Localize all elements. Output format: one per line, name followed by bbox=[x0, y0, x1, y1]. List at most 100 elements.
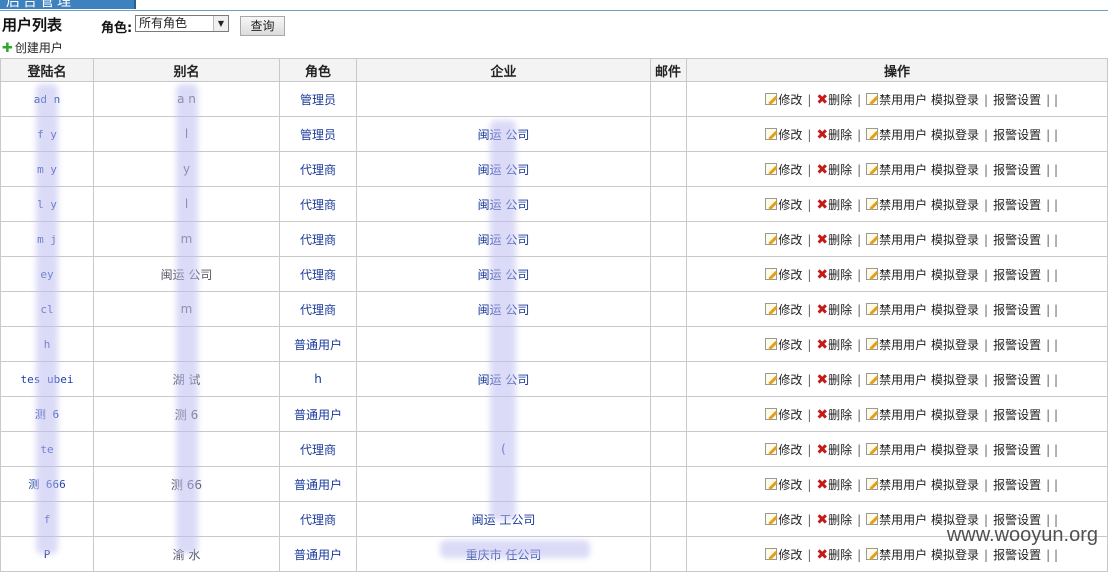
alarm-settings-link[interactable]: 报警设置 bbox=[993, 408, 1041, 422]
separator: | | bbox=[1046, 127, 1058, 142]
edit-link[interactable]: 修改 bbox=[765, 337, 802, 352]
pencil-icon bbox=[866, 337, 879, 350]
delete-link[interactable]: ✖删除 bbox=[816, 92, 852, 108]
alarm-settings-link[interactable]: 报警设置 bbox=[993, 478, 1041, 492]
pencil-icon bbox=[765, 197, 778, 210]
pencil-icon bbox=[866, 92, 879, 105]
disable-user-link[interactable]: 禁用用户 bbox=[866, 372, 927, 387]
edit-link[interactable]: 修改 bbox=[765, 127, 802, 142]
col-header-email: 邮件 bbox=[650, 58, 687, 82]
simulate-login-link[interactable]: 模拟登录 bbox=[931, 303, 979, 317]
delete-label: 删除 bbox=[828, 407, 853, 422]
delete-label: 删除 bbox=[828, 197, 853, 212]
disable-label: 禁用用户 bbox=[879, 407, 928, 422]
delete-link[interactable]: ✖删除 bbox=[816, 162, 852, 178]
simulate-login-link[interactable]: 模拟登录 bbox=[931, 548, 979, 562]
alarm-settings-link[interactable]: 报警设置 bbox=[993, 198, 1041, 212]
alarm-settings-link[interactable]: 报警设置 bbox=[993, 233, 1041, 247]
simulate-login-link[interactable]: 模拟登录 bbox=[931, 408, 979, 422]
alarm-settings-link[interactable]: 报警设置 bbox=[993, 338, 1041, 352]
separator: | bbox=[857, 127, 862, 142]
edit-link[interactable]: 修改 bbox=[765, 302, 802, 317]
query-button[interactable]: 查询 bbox=[240, 16, 285, 36]
pencil-icon bbox=[765, 162, 778, 175]
disable-user-link[interactable]: 禁用用户 bbox=[866, 337, 927, 352]
cell-role: 代理商 bbox=[279, 501, 357, 537]
delete-link[interactable]: ✖删除 bbox=[816, 547, 852, 563]
simulate-login-link[interactable]: 模拟登录 bbox=[931, 198, 979, 212]
delete-x-icon: ✖ bbox=[816, 406, 829, 423]
delete-link[interactable]: ✖删除 bbox=[816, 477, 852, 493]
pencil-icon bbox=[765, 547, 778, 560]
edit-label: 修改 bbox=[778, 477, 803, 492]
disable-label: 禁用用户 bbox=[879, 512, 928, 527]
disable-user-link[interactable]: 禁用用户 bbox=[866, 92, 927, 107]
disable-user-link[interactable]: 禁用用户 bbox=[866, 232, 927, 247]
disable-user-link[interactable]: 禁用用户 bbox=[866, 127, 927, 142]
edit-link[interactable]: 修改 bbox=[765, 267, 802, 282]
edit-link[interactable]: 修改 bbox=[765, 232, 802, 247]
delete-x-icon: ✖ bbox=[816, 301, 829, 318]
disable-user-link[interactable]: 禁用用户 bbox=[866, 162, 927, 177]
disable-user-link[interactable]: 禁用用户 bbox=[866, 302, 927, 317]
delete-label: 删除 bbox=[828, 232, 853, 247]
cell-ops: 修改 | ✖删除 | 禁用用户 模拟登录 | 报警设置 | | bbox=[686, 361, 1108, 397]
disable-user-link[interactable]: 禁用用户 bbox=[866, 547, 927, 562]
top-tab-admin[interactable]: 后台管理 bbox=[0, 0, 136, 9]
edit-link[interactable]: 修改 bbox=[765, 162, 802, 177]
simulate-login-link[interactable]: 模拟登录 bbox=[931, 338, 979, 352]
alarm-settings-link[interactable]: 报警设置 bbox=[993, 128, 1041, 142]
simulate-login-link[interactable]: 模拟登录 bbox=[931, 128, 979, 142]
edit-link[interactable]: 修改 bbox=[765, 512, 802, 527]
disable-user-link[interactable]: 禁用用户 bbox=[866, 407, 928, 422]
alarm-settings-link[interactable]: 报警设置 bbox=[993, 548, 1041, 562]
simulate-login-link[interactable]: 模拟登录 bbox=[931, 478, 979, 492]
disable-user-link[interactable]: 禁用用户 bbox=[866, 477, 927, 492]
delete-link[interactable]: ✖删除 bbox=[816, 442, 852, 458]
simulate-login-link[interactable]: 模拟登录 bbox=[931, 443, 979, 457]
simulate-login-link[interactable]: 模拟登录 bbox=[931, 163, 979, 177]
edit-link[interactable]: 修改 bbox=[765, 442, 802, 457]
edit-link[interactable]: 修改 bbox=[765, 547, 802, 562]
simulate-login-link[interactable]: 模拟登录 bbox=[931, 93, 979, 107]
disable-user-link[interactable]: 禁用用户 bbox=[866, 197, 927, 212]
role-select[interactable]: 所有角色 ▼ bbox=[135, 15, 229, 32]
cell-ops: 修改 | ✖删除 | 禁用用户 模拟登录 | 报警设置 | | bbox=[686, 431, 1108, 467]
cell-role: 代理商 bbox=[279, 186, 357, 222]
separator: | bbox=[807, 92, 812, 107]
alarm-settings-link[interactable]: 报警设置 bbox=[993, 373, 1041, 387]
disable-user-link[interactable]: 禁用用户 bbox=[866, 267, 927, 282]
alarm-settings-link[interactable]: 报警设置 bbox=[993, 93, 1041, 107]
table-row: m y y代理商闽运 公司修改|✖删除|禁用用户 模拟登录|报警设置| | bbox=[0, 151, 1108, 187]
delete-link[interactable]: ✖删除 bbox=[816, 197, 853, 213]
edit-link[interactable]: 修改 bbox=[765, 407, 802, 422]
simulate-login-link[interactable]: 模拟登录 bbox=[931, 373, 979, 387]
delete-link[interactable]: ✖删除 bbox=[816, 232, 853, 248]
alarm-settings-link[interactable]: 报警设置 bbox=[993, 163, 1041, 177]
delete-link[interactable]: ✖删除 bbox=[816, 512, 852, 528]
disable-user-link[interactable]: 禁用用户 bbox=[866, 442, 927, 457]
pencil-icon bbox=[765, 477, 778, 490]
simulate-login-link[interactable]: 模拟登录 bbox=[931, 268, 979, 282]
edit-link[interactable]: 修改 bbox=[765, 477, 803, 492]
table-row: f yl 管理员闽运 公司修改|✖删除|禁用用户 模拟登录|报警设置| | bbox=[0, 116, 1108, 152]
edit-link[interactable]: 修改 bbox=[765, 197, 802, 212]
disable-user-link[interactable]: 禁用用户 bbox=[866, 512, 928, 527]
chevron-down-icon[interactable]: ▼ bbox=[213, 16, 228, 31]
edit-link[interactable]: 修改 bbox=[765, 372, 802, 387]
edit-link[interactable]: 修改 bbox=[765, 92, 802, 107]
alarm-settings-link[interactable]: 报警设置 bbox=[993, 303, 1041, 317]
delete-link[interactable]: ✖删除 bbox=[816, 337, 852, 353]
separator: | bbox=[984, 477, 989, 492]
delete-link[interactable]: ✖删除 bbox=[816, 127, 852, 143]
alarm-settings-link[interactable]: 报警设置 bbox=[993, 443, 1041, 457]
delete-link[interactable]: ✖删除 bbox=[816, 372, 852, 388]
delete-link[interactable]: ✖删除 bbox=[816, 406, 853, 423]
alarm-settings-link[interactable]: 报警设置 bbox=[993, 268, 1041, 282]
simulate-login-link[interactable]: 模拟登录 bbox=[931, 233, 979, 247]
create-user-link[interactable]: ✚ 创建用户 bbox=[2, 39, 63, 56]
delete-link[interactable]: ✖删除 bbox=[816, 267, 852, 283]
delete-link[interactable]: ✖删除 bbox=[816, 301, 852, 318]
plus-icon: ✚ bbox=[2, 41, 13, 56]
cell-role: 普通用户 bbox=[279, 466, 357, 502]
